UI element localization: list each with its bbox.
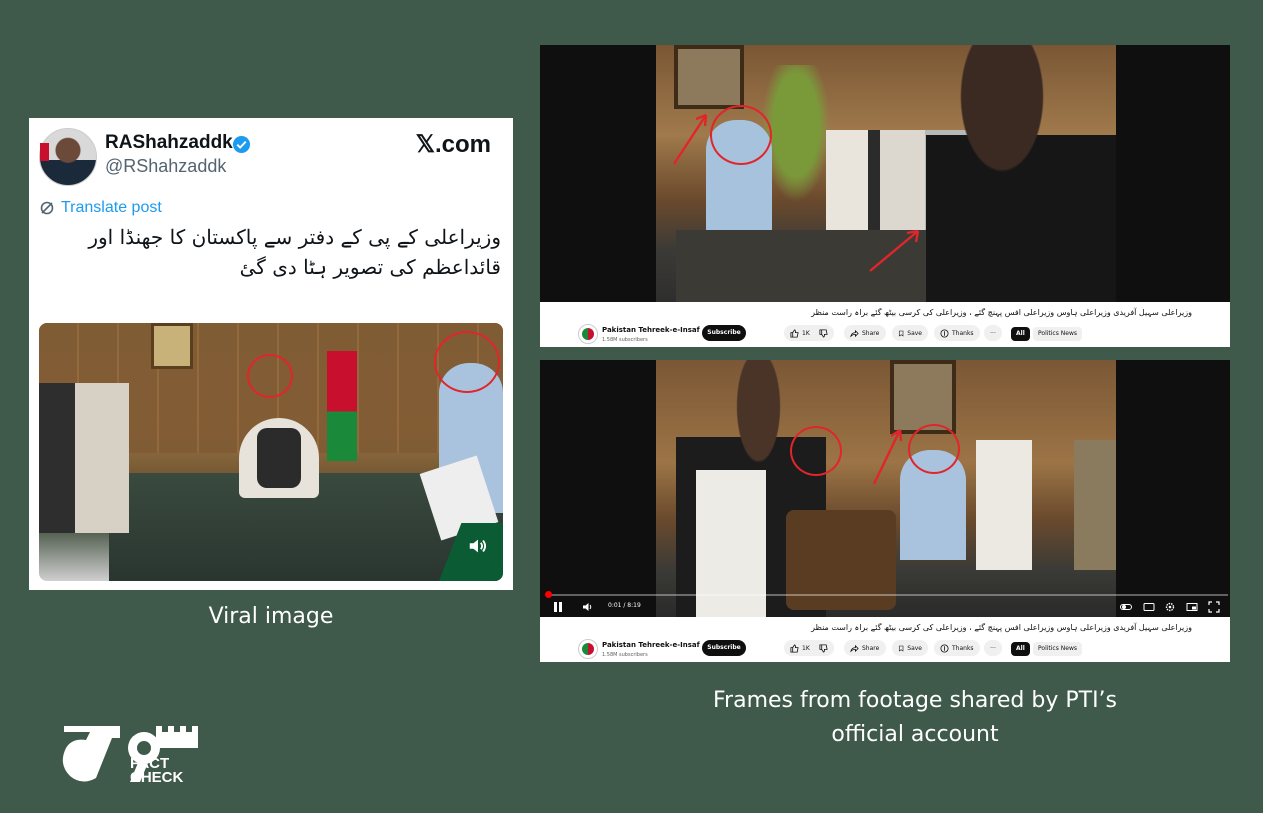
- subscriber-count: 1.58M subscribers: [602, 337, 648, 343]
- avatar[interactable]: [39, 128, 97, 186]
- portrait-frame: [890, 360, 956, 434]
- share-icon: [850, 329, 859, 338]
- video-title[interactable]: وزیراعلی سہیل آفریدی وزیراعلی ہاوس وزیرا…: [811, 308, 1192, 317]
- video-frame[interactable]: [540, 45, 1230, 302]
- subtitles-icon[interactable]: [1143, 601, 1155, 613]
- volume-icon[interactable]: [467, 535, 489, 557]
- annotation-circle: [434, 331, 500, 393]
- miniplayer-icon[interactable]: [1186, 601, 1198, 613]
- save-button[interactable]: Save: [892, 325, 928, 341]
- autoplay-toggle-icon[interactable]: [1120, 601, 1132, 613]
- tweet-text: وزیراعلی کے پی کے دفتر سے پاکستان کا جھن…: [88, 225, 501, 279]
- share-button[interactable]: Share: [844, 640, 886, 656]
- chip-politics-news[interactable]: Politics News: [1033, 327, 1082, 341]
- like-count: 1K: [802, 644, 810, 652]
- chip-all[interactable]: All: [1011, 327, 1030, 341]
- video-title[interactable]: وزیراعلی سہیل آفریدی وزیراعلی ہاوس وزیرا…: [811, 623, 1192, 632]
- subscribe-button[interactable]: Subscribe: [702, 640, 746, 656]
- verified-badge-icon: [232, 135, 251, 154]
- thanks-label: Thanks: [952, 329, 974, 337]
- channel-name[interactable]: Pakistan Tehreek-e-Insaf: [602, 641, 700, 649]
- video-frame[interactable]: [540, 360, 1230, 617]
- handle[interactable]: @RShahzaddk: [105, 156, 226, 177]
- chip-all[interactable]: All: [1011, 642, 1030, 656]
- pti-flag: [327, 351, 357, 461]
- translate-icon: [40, 201, 54, 215]
- fullscreen-icon[interactable]: [1208, 601, 1220, 613]
- thumbs-up-icon: [790, 643, 799, 653]
- thumbs-down-icon: [819, 643, 828, 653]
- frames-caption: Frames from footage shared by PTI’s offi…: [712, 688, 1118, 747]
- save-icon: [898, 330, 904, 337]
- thanks-button[interactable]: Thanks: [934, 325, 980, 341]
- tweet-card: RAShahzaddk @RShahzaddk 𝕏.com Translate …: [29, 118, 513, 590]
- subscribe-button[interactable]: Subscribe: [702, 325, 746, 341]
- thanks-icon: [940, 328, 949, 338]
- time-display: 0:01 / 8:19: [608, 602, 641, 609]
- like-dislike-button[interactable]: 1K: [784, 325, 834, 341]
- more-actions-button[interactable]: ···: [984, 640, 1002, 656]
- foreground-person: [926, 45, 1116, 302]
- logo-check-text: CHECK: [130, 769, 184, 786]
- standing-people-left: [39, 383, 129, 533]
- save-button[interactable]: Save: [892, 640, 928, 656]
- like-count: 1K: [802, 329, 810, 337]
- youtube-panel-1: وزیراعلی سہیل آفریدی وزیراعلی ہاوس وزیرا…: [540, 45, 1230, 347]
- channel-avatar[interactable]: [578, 324, 598, 344]
- seated-person-vest: [257, 428, 301, 488]
- channel-avatar[interactable]: [578, 639, 598, 659]
- settings-gear-icon[interactable]: [1164, 601, 1176, 613]
- youtube-panel-2: 0:01 / 8:19 وزیراعلی سہیل آفریدی وزیراعل…: [540, 360, 1230, 662]
- share-label: Share: [862, 329, 880, 337]
- portrait-frame: [674, 45, 744, 109]
- chip-politics-news[interactable]: Politics News: [1033, 642, 1082, 656]
- player-controls: 0:01 / 8:19: [540, 590, 1230, 617]
- video-still: [656, 45, 1116, 302]
- annotation-circle: [247, 354, 293, 398]
- channel-name[interactable]: Pakistan Tehreek-e-Insaf: [602, 326, 700, 334]
- annotation-circle: [710, 105, 772, 165]
- annotation-arrow: [672, 113, 708, 165]
- volume-icon[interactable]: [582, 601, 594, 613]
- share-button[interactable]: Share: [844, 325, 886, 341]
- fact-check-logo: FACT CHECK: [62, 726, 198, 786]
- translate-label: Translate post: [61, 199, 162, 216]
- progress-bar[interactable]: [545, 591, 1228, 598]
- progress-scrubber[interactable]: [545, 591, 552, 598]
- standing-people: [976, 440, 1116, 570]
- annotation-circle: [790, 426, 842, 476]
- save-icon: [898, 645, 904, 652]
- annotation-arrow: [869, 229, 920, 272]
- annotation-arrow: [872, 429, 903, 485]
- more-actions-button[interactable]: ···: [984, 325, 1002, 341]
- tweet-video[interactable]: [39, 323, 503, 581]
- thanks-button[interactable]: Thanks: [934, 640, 980, 656]
- thumbs-up-icon: [790, 328, 799, 338]
- like-dislike-button[interactable]: 1K: [784, 640, 834, 656]
- portrait-frame: [151, 323, 193, 369]
- share-icon: [850, 644, 859, 653]
- pause-icon[interactable]: [552, 601, 564, 613]
- thanks-icon: [940, 643, 949, 653]
- video-still: [656, 360, 1116, 617]
- subscriber-count: 1.58M subscribers: [602, 652, 648, 658]
- share-label: Share: [862, 644, 880, 652]
- thumbs-down-icon: [819, 328, 828, 338]
- save-label: Save: [907, 644, 922, 652]
- annotation-circle: [908, 424, 960, 474]
- translate-post-link[interactable]: Translate post: [39, 199, 162, 217]
- save-label: Save: [907, 329, 922, 337]
- display-name[interactable]: RAShahzaddk: [105, 132, 233, 154]
- viral-image-caption: Viral image: [208, 604, 334, 629]
- x-logo: 𝕏.com: [415, 131, 491, 158]
- thanks-label: Thanks: [952, 644, 974, 652]
